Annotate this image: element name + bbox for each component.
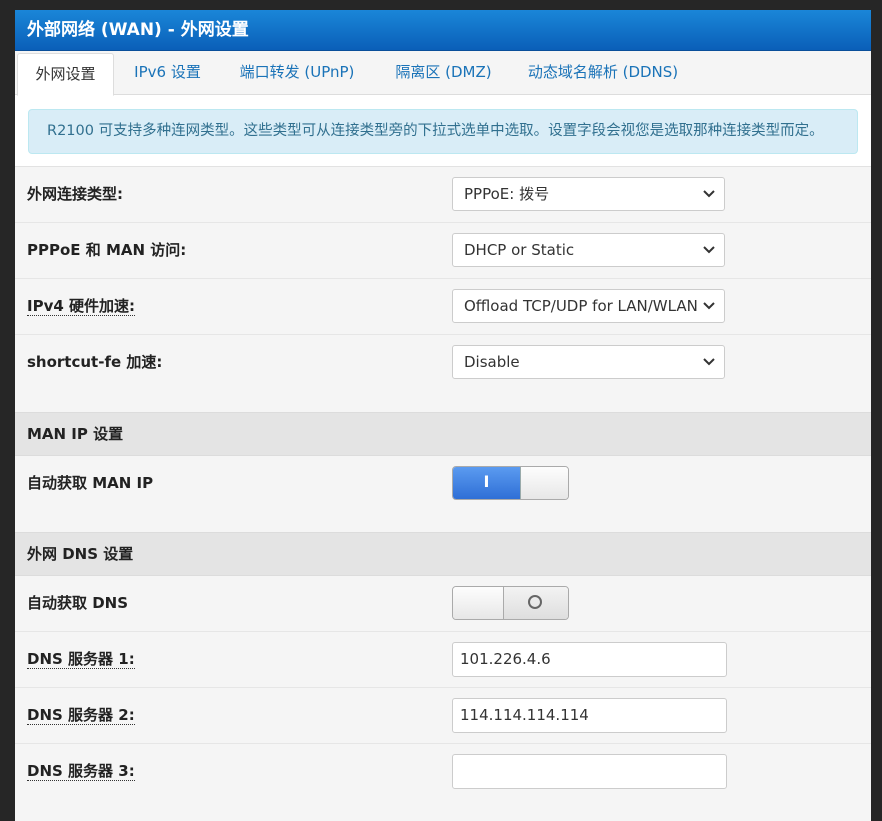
row-shortcut-fe: shortcut-fe 加速: Disable xyxy=(15,335,871,390)
dns1-input[interactable]: 101.226.4.6 xyxy=(452,642,727,677)
section-spacer xyxy=(15,390,871,412)
shortcut-fe-label: shortcut-fe 加速: xyxy=(27,353,163,371)
row-ipv4-hw: IPv4 硬件加速: Offload TCP/UDP for LAN/WLAN xyxy=(15,279,871,335)
toggle-off-side xyxy=(504,587,568,619)
ipv4-hw-label: IPv4 硬件加速: xyxy=(27,279,136,334)
section-spacer xyxy=(15,511,871,532)
dns2-input[interactable]: 114.114.114.114 xyxy=(452,698,727,733)
toggle-knob xyxy=(521,467,568,499)
dns3-label: DNS 服务器 3: xyxy=(27,744,135,799)
ipv4-hw-select[interactable]: Offload TCP/UDP for LAN/WLAN xyxy=(452,289,725,323)
shortcut-fe-value: Disable xyxy=(464,353,520,371)
tab-ipv6[interactable]: IPv6 设置 xyxy=(120,51,215,94)
auto-dns-toggle[interactable] xyxy=(452,586,569,620)
pppoe-man-value: DHCP or Static xyxy=(464,241,575,259)
dns2-label-text: DNS 服务器 2: xyxy=(27,706,135,725)
toggle-knob xyxy=(453,587,504,619)
auto-man-ip-label: 自动获取 MAN IP xyxy=(27,474,154,492)
auto-dns-label: 自动获取 DNS xyxy=(27,594,129,612)
dns1-label: DNS 服务器 1: xyxy=(27,632,135,687)
pppoe-man-label: PPPoE 和 MAN 访问: xyxy=(27,241,187,259)
man-ip-section-title: MAN IP 设置 xyxy=(15,412,871,456)
wan-type-select[interactable]: PPPoE: 拨号 xyxy=(452,177,725,211)
dns1-label-text: DNS 服务器 1: xyxy=(27,650,135,669)
row-dns-2: DNS 服务器 2: 114.114.114.114 xyxy=(15,688,871,744)
tab-dmz[interactable]: 隔离区 (DMZ) xyxy=(385,51,502,94)
dns2-label: DNS 服务器 2: xyxy=(27,688,135,743)
row-auto-man-ip: 自动获取 MAN IP I xyxy=(15,456,871,511)
panel-title: 外部网络 (WAN) - 外网设置 xyxy=(15,10,871,51)
dns3-input[interactable] xyxy=(452,754,727,789)
circle-icon xyxy=(528,595,542,609)
tab-port-forward[interactable]: 端口转发 (UPnP) xyxy=(227,51,367,94)
shortcut-fe-select[interactable]: Disable xyxy=(452,345,725,379)
chevron-down-icon xyxy=(703,358,715,366)
tab-ddns[interactable]: 动态域名解析 (DDNS) xyxy=(518,51,688,94)
row-auto-dns: 自动获取 DNS xyxy=(15,576,871,632)
wan-type-value: PPPoE: 拨号 xyxy=(464,185,550,203)
wan-settings-panel: 外部网络 (WAN) - 外网设置 外网设置 IPv6 设置 端口转发 (UPn… xyxy=(15,10,871,821)
info-alert-wrapper: R2100 可支持多种连网类型。这些类型可从连接类型旁的下拉式选单中选取。设置字… xyxy=(15,95,871,167)
info-alert: R2100 可支持多种连网类型。这些类型可从连接类型旁的下拉式选单中选取。设置字… xyxy=(28,109,858,154)
chevron-down-icon xyxy=(703,190,715,198)
row-pppoe-man: PPPoE 和 MAN 访问: DHCP or Static xyxy=(15,223,871,279)
dns-section-title: 外网 DNS 设置 xyxy=(15,532,871,576)
auto-man-ip-toggle[interactable]: I xyxy=(452,466,569,500)
ipv4-hw-value: Offload TCP/UDP for LAN/WLAN xyxy=(464,297,698,315)
ipv4-hw-label-text: IPv4 硬件加速: xyxy=(27,297,136,316)
tab-bar: 外网设置 IPv6 设置 端口转发 (UPnP) 隔离区 (DMZ) 动态域名解… xyxy=(15,51,871,96)
wan-type-label: 外网连接类型: xyxy=(27,185,123,203)
chevron-down-icon xyxy=(703,302,715,310)
row-wan-type: 外网连接类型: PPPoE: 拨号 xyxy=(15,167,871,223)
row-dns-1: DNS 服务器 1: 101.226.4.6 xyxy=(15,632,871,688)
chevron-down-icon xyxy=(703,246,715,254)
toggle-on-side: I xyxy=(453,467,521,499)
row-dns-3: DNS 服务器 3: xyxy=(15,744,871,799)
dns3-label-text: DNS 服务器 3: xyxy=(27,762,135,781)
tab-wan-settings[interactable]: 外网设置 xyxy=(17,53,114,96)
pppoe-man-select[interactable]: DHCP or Static xyxy=(452,233,725,267)
